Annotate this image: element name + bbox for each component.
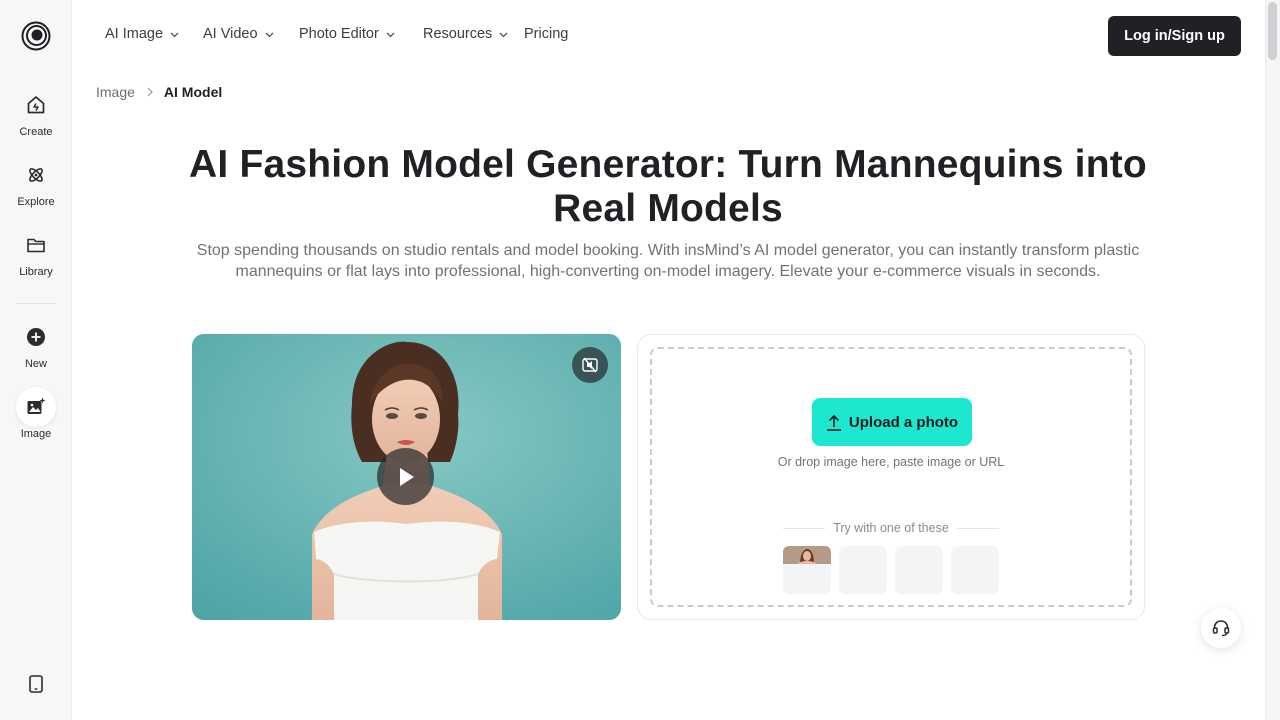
chevron-down-icon (170, 32, 179, 37)
support-chat-button[interactable] (1201, 608, 1241, 648)
page-title: AI Fashion Model Generator: Turn Mannequ… (189, 143, 1147, 230)
sample-image-1[interactable] (783, 546, 831, 594)
login-signup-button[interactable]: Log in/Sign up (1108, 16, 1241, 56)
chevron-down-icon (499, 32, 508, 37)
top-nav: AI Image AI Video Photo Editor Resources… (72, 0, 1265, 72)
chevron-down-icon (265, 32, 274, 37)
folder-icon (16, 225, 56, 265)
nav-label: Photo Editor (299, 26, 379, 42)
rail-item-library[interactable]: Library (0, 225, 72, 278)
nav-photo-editor[interactable]: Photo Editor (299, 26, 395, 42)
chevron-right-icon (147, 87, 153, 97)
nav-resources[interactable]: Resources (423, 26, 508, 42)
create-icon (16, 85, 56, 125)
upload-button-label: Upload a photo (848, 413, 959, 431)
breadcrumb-current: AI Model (163, 84, 223, 100)
image-sparkle-icon (16, 387, 56, 427)
sample-image-3[interactable] (895, 546, 943, 594)
rail-label-library: Library (19, 266, 53, 278)
explore-icon (16, 155, 56, 195)
upload-panel: Upload a photo Or drop image here, paste… (637, 334, 1145, 620)
divider-line (783, 527, 826, 529)
rail-item-new[interactable]: New (0, 317, 72, 370)
breadcrumb: Image AI Model (96, 83, 222, 101)
mute-toggle-button[interactable] (572, 347, 608, 383)
rail-label-image: Image (20, 428, 52, 440)
sample-images (783, 546, 999, 594)
drop-hint-text: Or drop image here, paste image or URL (777, 455, 1005, 469)
play-icon (399, 467, 414, 486)
rail-label-explore: Explore (17, 196, 55, 208)
rail-item-explore[interactable]: Explore (0, 155, 72, 208)
play-button[interactable] (377, 448, 434, 505)
insmind-logo-icon[interactable] (21, 21, 51, 51)
nav-pricing[interactable]: Pricing (524, 26, 568, 42)
tablet-icon[interactable] (26, 674, 46, 694)
sample-thumbnail (783, 546, 831, 594)
try-samples-divider: Try with one of these (783, 520, 1000, 536)
nav-ai-image[interactable]: AI Image (105, 26, 179, 42)
speaker-muted-icon (582, 357, 598, 373)
nav-label: AI Image (105, 26, 164, 42)
rail-label-create: Create (19, 126, 53, 138)
image-dropzone[interactable]: Upload a photo Or drop image here, paste… (650, 347, 1132, 607)
headset-icon (1212, 620, 1230, 637)
divider-line (956, 527, 1000, 529)
page-subtitle: Stop spending thousands on studio rental… (196, 242, 1140, 280)
rail-divider (16, 303, 56, 304)
sample-image-2[interactable] (839, 546, 887, 594)
try-samples-label: Try with one of these (833, 521, 949, 535)
upload-photo-button[interactable]: Upload a photo (812, 398, 972, 446)
page-scrollbar-thumb[interactable] (1268, 2, 1277, 60)
rail-label-new: New (24, 358, 47, 370)
chevron-down-icon (386, 32, 395, 37)
page-scrollbar-track[interactable] (1265, 0, 1280, 720)
demo-video[interactable] (192, 334, 621, 620)
nav-label: Pricing (524, 26, 569, 42)
nav-ai-video[interactable]: AI Video (203, 26, 274, 42)
upload-icon (826, 414, 841, 431)
rail-item-create[interactable]: Create (0, 85, 72, 138)
nav-label: AI Video (203, 26, 258, 42)
sample-image-4[interactable] (951, 546, 999, 594)
nav-label: Resources (423, 26, 493, 42)
plus-circle-icon (16, 317, 56, 357)
left-rail: Create Explore Library New Image (0, 0, 72, 720)
rail-item-image[interactable]: Image (0, 387, 72, 440)
breadcrumb-parent[interactable]: Image (96, 84, 135, 100)
